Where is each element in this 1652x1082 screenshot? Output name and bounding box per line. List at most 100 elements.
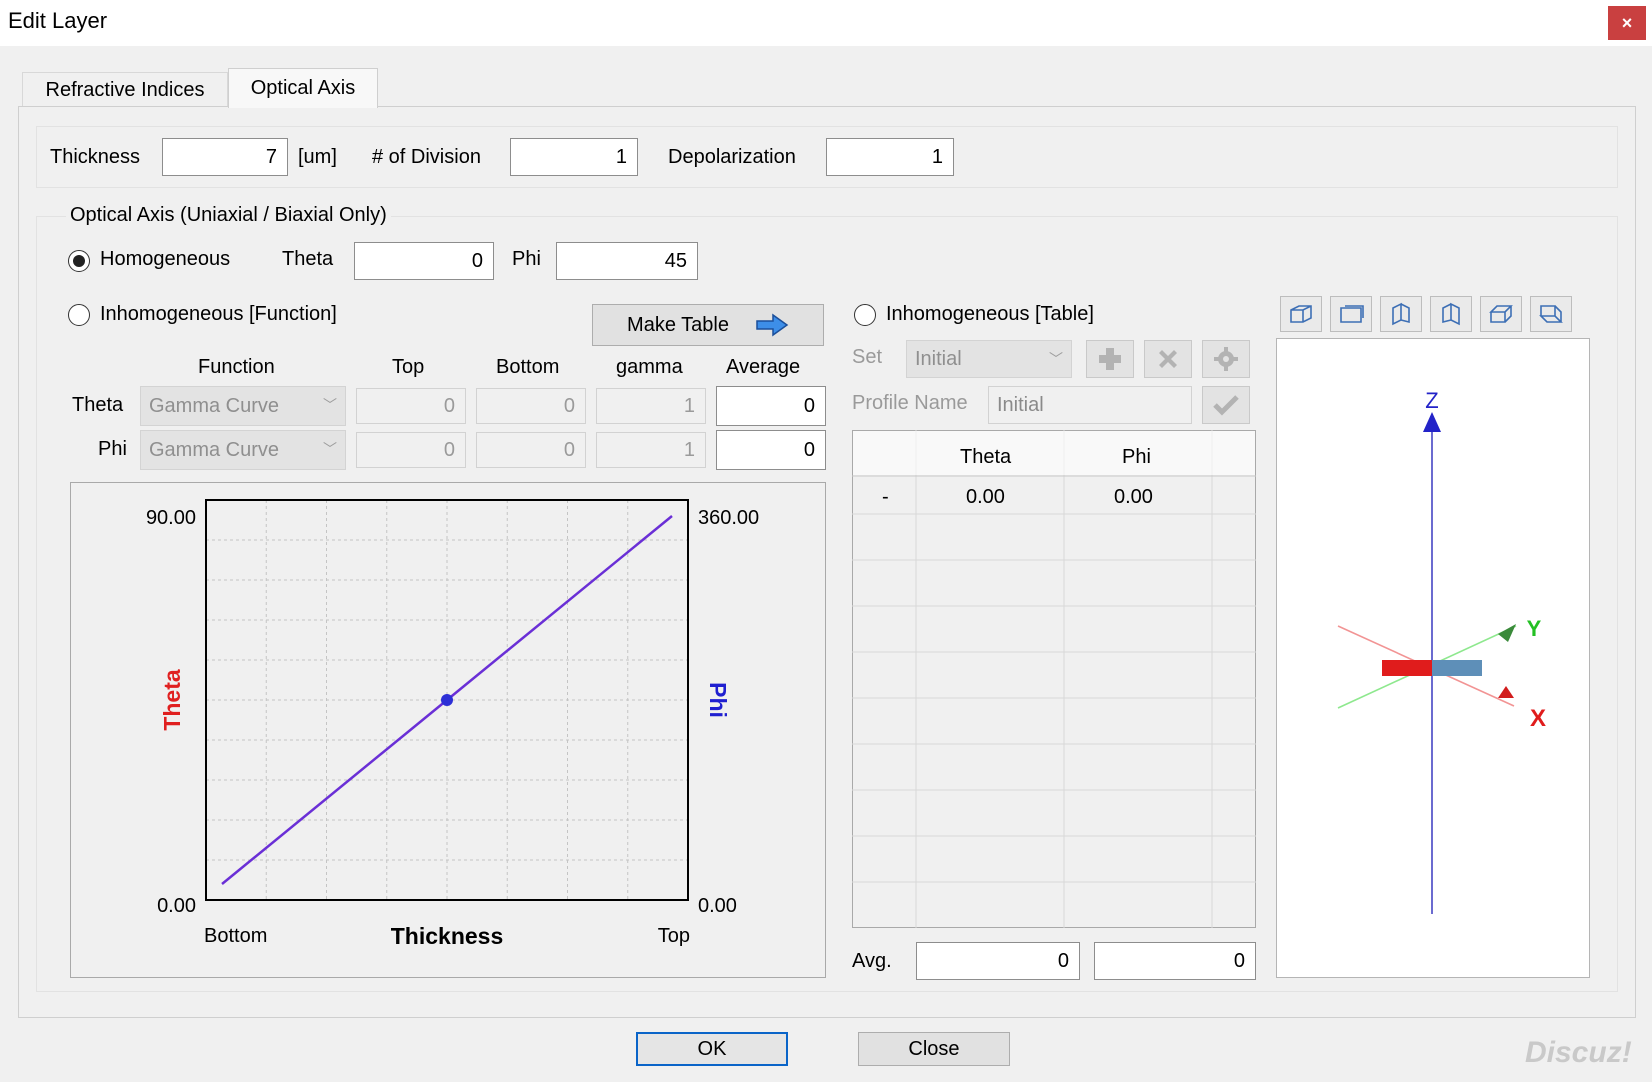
- x-tick-top: Top: [658, 925, 690, 947]
- theta-axis-label: Theta: [159, 669, 185, 731]
- theta-function-value: Gamma Curve: [149, 394, 280, 417]
- right-tick-min: 0.00: [698, 895, 737, 917]
- set-select[interactable]: Initial ﹀: [906, 340, 1072, 378]
- right-tick-max: 360.00: [698, 507, 759, 529]
- confirm-profile-button[interactable]: [1202, 386, 1250, 424]
- close-window-button[interactable]: ×: [1608, 6, 1646, 40]
- x-axis-label: Thickness: [391, 923, 504, 949]
- phi-function-value: Gamma Curve: [149, 438, 280, 461]
- depolarization-input[interactable]: 1: [826, 138, 954, 176]
- table-row-theta: 0.00: [966, 486, 1005, 508]
- homogeneous-phi-input[interactable]: 45: [556, 242, 698, 280]
- homogeneous-theta-label: Theta: [282, 248, 334, 270]
- average-col-header: Average: [726, 356, 801, 378]
- homogeneous-radio[interactable]: [68, 250, 90, 272]
- set-value: Initial: [915, 347, 962, 370]
- close-button[interactable]: Close: [858, 1032, 1010, 1066]
- division-input[interactable]: 1: [510, 138, 638, 176]
- gear-set-button[interactable]: [1202, 340, 1250, 378]
- y-axis-label: Y: [1527, 616, 1542, 641]
- view-right-icon: [1442, 302, 1460, 326]
- phi-top-input[interactable]: 0: [356, 432, 466, 468]
- x-axis-arrow: [1498, 686, 1514, 698]
- x-axis-label-3d: X: [1530, 705, 1546, 732]
- set-label: Set: [852, 346, 883, 368]
- make-table-label: Make Table: [627, 313, 729, 336]
- homogeneous-phi-label: Phi: [512, 248, 541, 270]
- ok-button[interactable]: OK: [636, 1032, 788, 1066]
- make-table-button[interactable]: Make Table: [592, 304, 824, 346]
- inhomogeneous-function-label: Inhomogeneous [Function]: [100, 303, 337, 325]
- phi-axis-label: Phi: [705, 682, 731, 718]
- delete-set-button[interactable]: [1144, 340, 1192, 378]
- y-axis-arrow: [1498, 624, 1516, 642]
- view-top-button[interactable]: [1480, 296, 1522, 332]
- table-row-phi: 0.00: [1114, 486, 1153, 508]
- gear-icon: [1214, 347, 1238, 371]
- view-left-icon: [1392, 302, 1410, 326]
- depolarization-label: Depolarization: [668, 146, 796, 168]
- window-title: Edit Layer: [8, 8, 108, 33]
- inhomogeneous-function-radio[interactable]: [68, 304, 90, 326]
- optical-axis-group-label: Optical Axis (Uniaxial / Biaxial Only): [66, 204, 391, 227]
- bottom-col-header: Bottom: [496, 356, 560, 378]
- view-iso-button[interactable]: [1280, 296, 1322, 332]
- view-bottom-button[interactable]: [1530, 296, 1572, 332]
- delete-icon: [1159, 350, 1177, 368]
- theta-top-input[interactable]: 0: [356, 388, 466, 424]
- view-top-icon: [1489, 305, 1513, 323]
- inhomogeneous-table-label: Inhomogeneous [Table]: [886, 303, 1094, 325]
- table-row-marker: -: [882, 486, 889, 508]
- view-right-button[interactable]: [1430, 296, 1472, 332]
- add-set-button[interactable]: [1086, 340, 1134, 378]
- phi-row-label: Phi: [98, 438, 127, 460]
- watermark-logo: Discuz!: [1525, 1036, 1632, 1069]
- profile-table-grid: [852, 430, 1256, 928]
- theta-average-input[interactable]: 0: [716, 386, 826, 426]
- crystal-bar-blue: [1432, 660, 1482, 676]
- crystal-bar-red: [1382, 660, 1432, 676]
- division-label: # of Division: [372, 146, 481, 168]
- profile-name-label: Profile Name: [852, 392, 968, 414]
- avg-label: Avg.: [852, 950, 892, 972]
- theta-bottom-input[interactable]: 0: [476, 388, 586, 424]
- chevron-down-icon: ﹀: [323, 397, 337, 413]
- theta-function-select[interactable]: Gamma Curve ﹀: [140, 386, 346, 426]
- avg-theta-input[interactable]: 0: [916, 942, 1080, 980]
- z-axis-arrow: [1423, 412, 1441, 432]
- table-phi-header: Phi: [1122, 446, 1151, 468]
- view-left-button[interactable]: [1380, 296, 1422, 332]
- inhomogeneous-table-radio[interactable]: [854, 304, 876, 326]
- tab-refractive-indices[interactable]: Refractive Indices: [22, 72, 228, 108]
- profile-name-input[interactable]: Initial: [988, 386, 1192, 424]
- title-bar: [0, 0, 1652, 46]
- avg-phi-input[interactable]: 0: [1094, 942, 1256, 980]
- homogeneous-label: Homogeneous: [100, 248, 231, 270]
- homogeneous-theta-input[interactable]: 0: [354, 242, 494, 280]
- series-marker: [441, 694, 453, 706]
- left-tick-min: 0.00: [157, 895, 196, 917]
- checkmark-icon: [1213, 395, 1239, 416]
- gamma-col-header: gamma: [616, 356, 683, 378]
- phi-bottom-input[interactable]: 0: [476, 432, 586, 468]
- arrow-right-icon: [756, 313, 789, 337]
- radio-selected-dot: [73, 255, 85, 267]
- view-front-icon: [1340, 305, 1364, 323]
- phi-gamma-input[interactable]: 1: [596, 432, 706, 468]
- theta-phi-chart: 90.00 0.00 360.00 0.00 Bottom Top Thickn…: [146, 499, 759, 949]
- view-front-button[interactable]: [1330, 296, 1372, 332]
- theta-gamma-input[interactable]: 1: [596, 388, 706, 424]
- view-iso-icon: [1290, 305, 1312, 323]
- left-tick-max: 90.00: [146, 507, 196, 529]
- view-bottom-icon: [1539, 305, 1563, 323]
- function-col-header: Function: [198, 356, 275, 378]
- table-theta-header: Theta: [960, 446, 1012, 468]
- phi-function-select[interactable]: Gamma Curve ﹀: [140, 430, 346, 470]
- chevron-down-icon: ﹀: [1049, 351, 1063, 367]
- thickness-input[interactable]: 7: [162, 138, 288, 176]
- top-col-header: Top: [392, 356, 425, 378]
- tab-optical-axis[interactable]: Optical Axis: [228, 68, 378, 108]
- z-axis-label: Z: [1425, 388, 1438, 413]
- phi-average-input[interactable]: 0: [716, 430, 826, 470]
- chevron-down-icon: ﹀: [323, 441, 337, 457]
